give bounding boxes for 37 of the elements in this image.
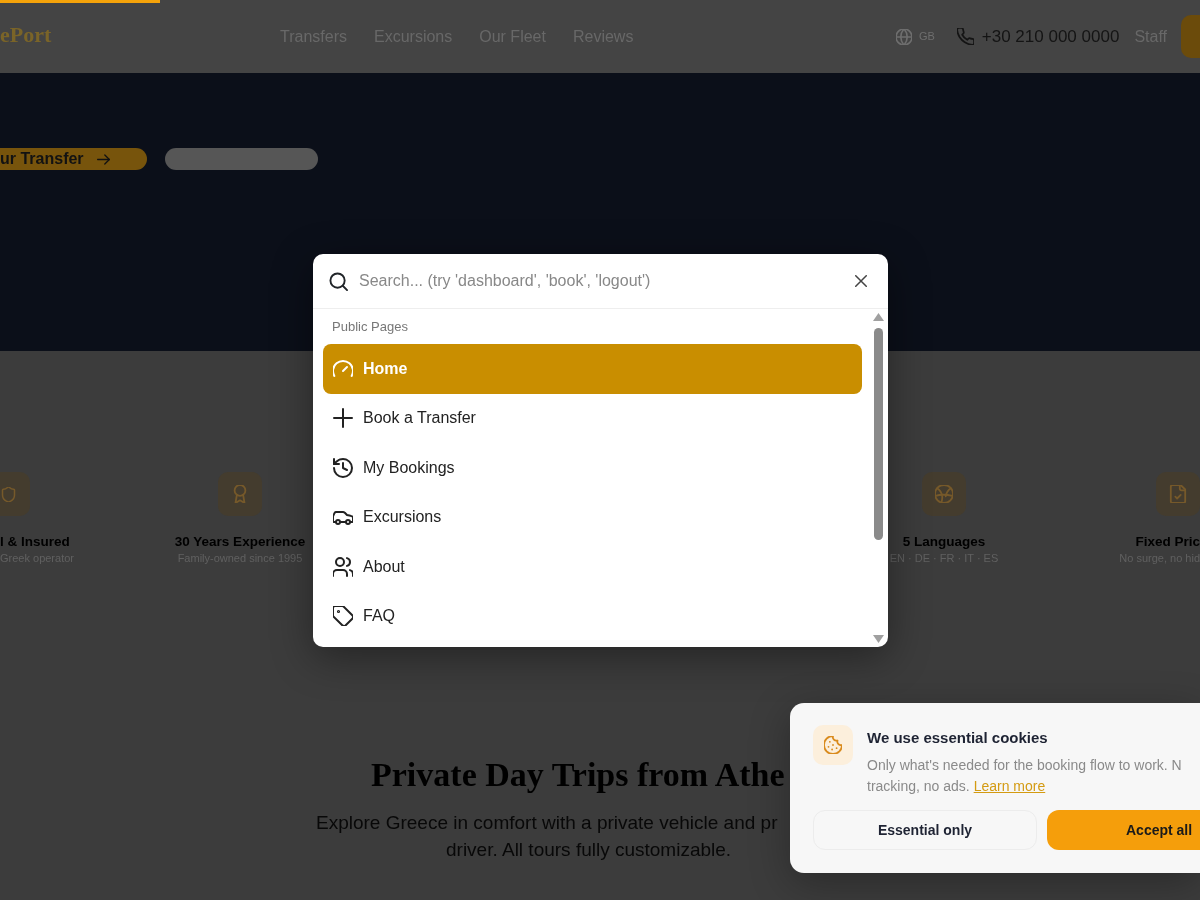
shield-icon [1,486,16,502]
cookie-notice-text: Only what's needed for the booking flow to work. N tracking, no ads. Learn more [867,756,1182,796]
phone-icon [956,28,974,45]
scrollbar[interactable] [872,312,885,644]
secondary-button[interactable] [165,148,318,170]
users-icon [333,556,353,577]
history-icon [333,457,353,478]
feature-title: 5 Languages [902,534,986,550]
document-check-icon [1169,485,1187,503]
learn-more-link[interactable]: Learn more [973,778,1046,794]
palette-item[interactable]: Book a Transfer [323,393,862,443]
search-field[interactable]: Search... (try 'dashboard', 'book', 'logout') [359,269,844,293]
close-icon [855,275,867,287]
cookie-banner-title: We use essential cookies [867,728,1049,748]
feature-title: Fixed Pric [1135,534,1200,550]
accept-all-button[interactable]: Accept all [1047,810,1200,850]
arrow-right-icon [96,152,110,166]
palette-item[interactable]: Home [323,344,862,394]
globe-icon [895,28,912,45]
palette-item[interactable]: About [323,542,862,592]
palette-item[interactable]: FAQ [323,591,862,641]
palette-item[interactable]: Excursions [323,492,862,542]
globe-icon [935,485,953,503]
cookie-icon [824,736,842,754]
close-button[interactable] [855,275,867,287]
plus-icon [333,408,353,429]
feature-title: 30 Years Experience [174,534,306,550]
award-icon [231,485,249,503]
essential-only-button[interactable]: Essential only [813,810,1037,850]
group-label: Public Pages [331,319,409,335]
gauge-icon [333,358,353,379]
feature-title: l & Insured [0,534,70,550]
tag-icon [333,606,353,627]
palette-item[interactable]: My Bookings [323,443,862,493]
book-transfer-button[interactable]: ur Transfer [0,148,147,170]
search-icon [329,271,348,291]
section-heading: Private Day Trips from Athe [371,755,785,795]
